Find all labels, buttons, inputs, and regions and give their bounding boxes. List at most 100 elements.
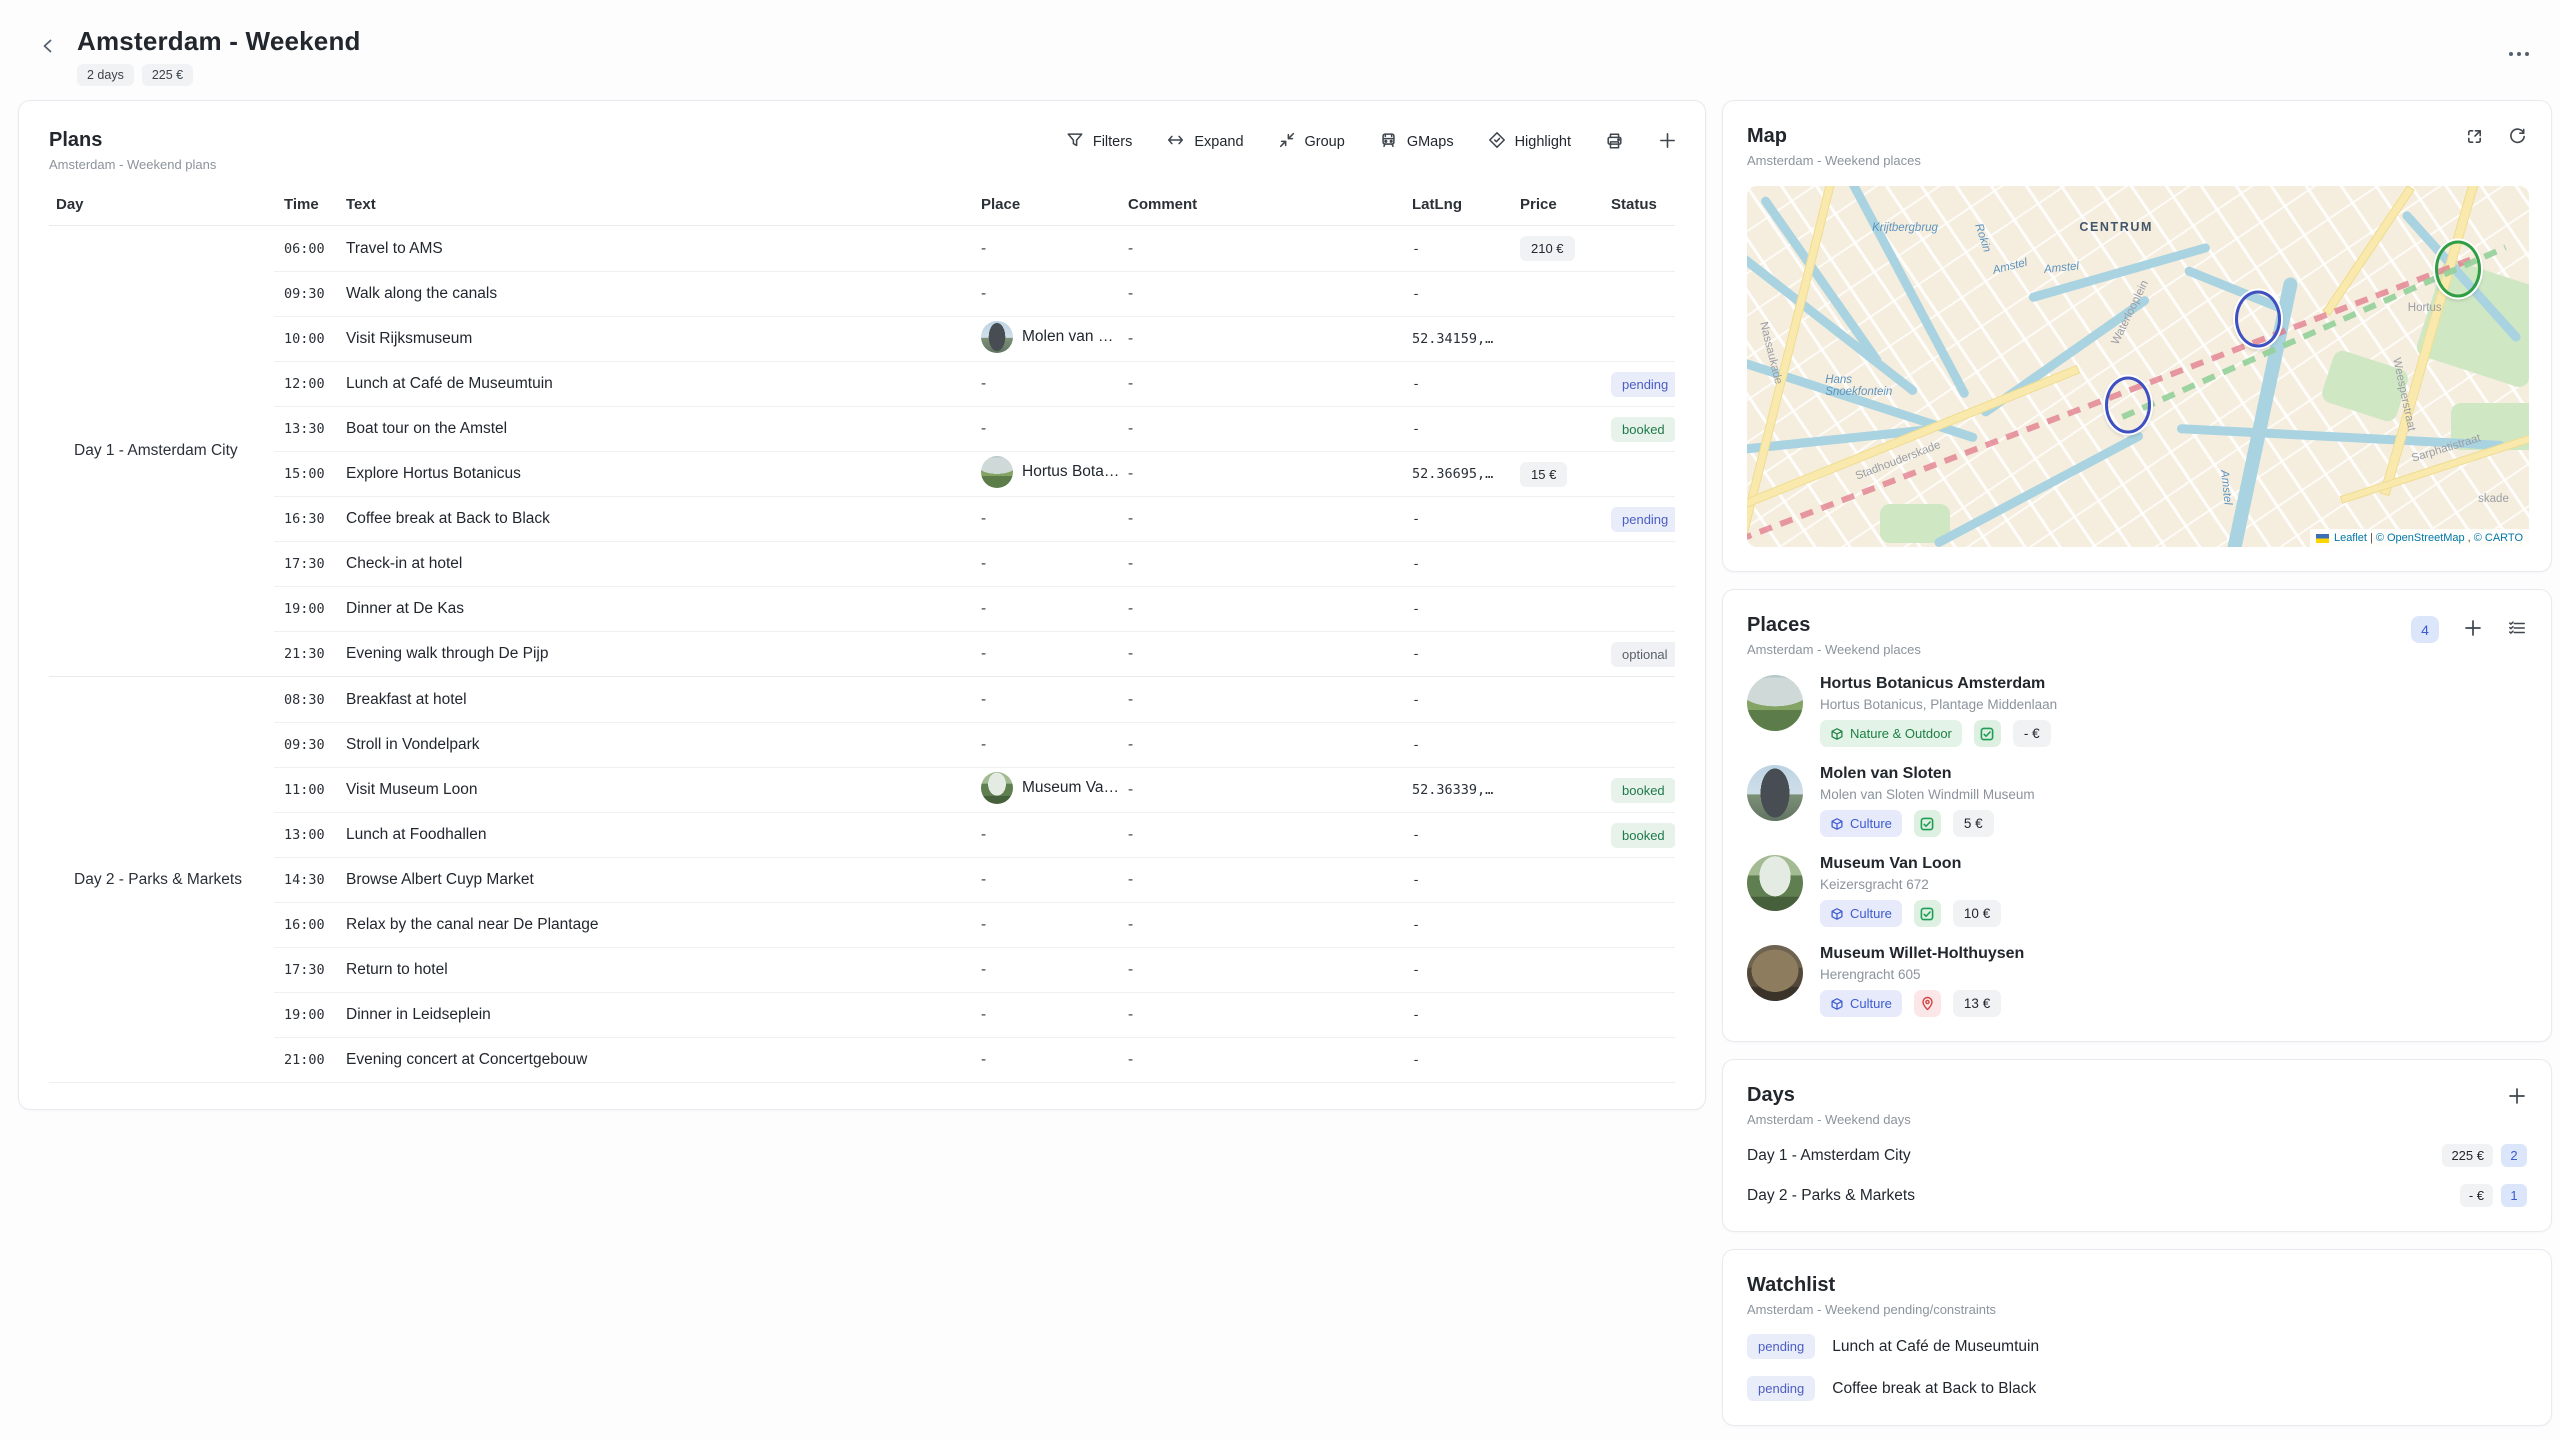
row-latlng: -	[1412, 556, 1520, 572]
arrows-horizontal-icon	[1166, 131, 1185, 153]
map-subtitle: Amsterdam - Weekend places	[1747, 153, 2527, 168]
map-label: Hortus	[2408, 302, 2442, 314]
place-address: Keizersgracht 672	[1820, 877, 2001, 892]
highlight-button[interactable]: Highlight	[1488, 131, 1571, 153]
row-comment: -	[1128, 330, 1412, 348]
table-row[interactable]: 21:30 Evening walk through De Pijp - - -	[274, 631, 1675, 676]
map-refresh-button[interactable]	[2508, 127, 2527, 149]
table-row[interactable]: 09:30 Stroll in Vondelpark - - -	[274, 722, 1675, 767]
row-place-chip[interactable]: Museum Va…	[981, 772, 1119, 804]
row-comment: -	[1128, 871, 1412, 889]
group-button[interactable]: Group	[1278, 131, 1345, 153]
place-list-item[interactable]: Museum Van Loon Keizersgracht 672 Cultur…	[1747, 855, 2527, 927]
table-row[interactable]: 19:00 Dinner at De Kas - - -	[274, 586, 1675, 631]
gmaps-label: GMaps	[1407, 134, 1454, 150]
table-row[interactable]: 13:00 Lunch at Foodhallen - - -	[274, 812, 1675, 857]
row-place-empty: -	[981, 645, 986, 662]
column-header-comment: Comment	[1128, 196, 1412, 213]
place-list-item[interactable]: Hortus Botanicus Amsterdam Hortus Botani…	[1747, 675, 2527, 747]
table-row[interactable]: 10:00 Visit Rijksmuseum Molen van …	[274, 316, 1675, 361]
map-marker[interactable]	[2235, 291, 2281, 348]
row-place-empty: -	[981, 961, 986, 978]
row-comment: -	[1128, 465, 1412, 483]
table-row[interactable]: 14:30 Browse Albert Cuyp Market - - -	[274, 857, 1675, 902]
table-row[interactable]: 06:00 Travel to AMS - - - 21	[274, 226, 1675, 271]
car-icon	[1379, 131, 1398, 153]
expand-button[interactable]: Expand	[1166, 131, 1243, 153]
filters-button[interactable]: Filters	[1066, 131, 1132, 153]
days-subtitle: Amsterdam - Weekend days	[1747, 1112, 2527, 1127]
map-fullscreen-button[interactable]	[2465, 127, 2484, 149]
map[interactable]: Krijtbergbrug Rokin Amstel Amstel CENTRU…	[1747, 186, 2529, 547]
row-place-empty: -	[981, 240, 986, 257]
places-title: Places	[1747, 614, 2527, 637]
place-list-item[interactable]: Museum Willet-Holthuysen Herengracht 605…	[1747, 945, 2527, 1017]
add-plan-button[interactable]	[1658, 131, 1677, 153]
day-list-item[interactable]: Day 1 - Amsterdam City 225 € 2	[1747, 1144, 2527, 1167]
visited-check-icon	[1914, 810, 1941, 837]
row-text: Breakfast at hotel	[346, 691, 981, 709]
page-title: Amsterdam - Weekend	[77, 26, 361, 57]
category-tag: Culture	[1820, 900, 1902, 927]
watchlist-status-badge: pending	[1747, 1376, 1815, 1401]
row-text: Visit Rijksmuseum	[346, 330, 981, 348]
row-latlng: -	[1412, 1052, 1520, 1068]
day-list-item[interactable]: Day 2 - Parks & Markets - € 1	[1747, 1184, 2527, 1207]
checklist-icon	[2507, 619, 2527, 640]
row-latlng: -	[1412, 421, 1520, 437]
row-place-empty: -	[981, 600, 986, 617]
table-row[interactable]: 17:30 Return to hotel - - -	[274, 947, 1675, 992]
row-comment: -	[1128, 240, 1412, 258]
row-latlng: -	[1412, 646, 1520, 662]
ukraine-flag-icon	[2316, 534, 2329, 543]
row-place-empty: -	[981, 510, 986, 527]
table-row[interactable]: 09:30 Walk along the canals - - -	[274, 271, 1675, 316]
row-place-empty: -	[981, 555, 986, 572]
row-text: Boat tour on the Amstel	[346, 420, 981, 438]
gmaps-button[interactable]: GMaps	[1379, 131, 1454, 153]
back-button[interactable]	[33, 32, 63, 62]
place-list-item[interactable]: Molen van Sloten Molen van Sloten Windmi…	[1747, 765, 2527, 837]
add-place-button[interactable]	[2463, 618, 2483, 641]
row-time: 13:00	[274, 827, 346, 843]
category-tag: Culture	[1820, 990, 1902, 1017]
add-day-button[interactable]	[2507, 1086, 2527, 1109]
map-marker[interactable]	[2435, 240, 2481, 297]
print-button[interactable]	[1605, 132, 1624, 153]
filters-label: Filters	[1093, 134, 1132, 150]
table-row[interactable]: 21:00 Evening concert at Concertgebouw -…	[274, 1037, 1675, 1082]
row-place-empty: -	[981, 420, 986, 437]
table-row[interactable]: 16:30 Coffee break at Back to Black - - …	[274, 496, 1675, 541]
watchlist-item[interactable]: pending Coffee break at Back to Black	[1747, 1376, 2527, 1401]
cube-icon	[1830, 907, 1844, 921]
table-row[interactable]: 19:00 Dinner in Leidseplein - - -	[274, 992, 1675, 1037]
places-card: Places Amsterdam - Weekend places 4 Hort…	[1722, 589, 2552, 1042]
row-latlng: 52.36339,…	[1412, 782, 1520, 798]
table-row[interactable]: 15:00 Explore Hortus Botanicus Hortus Bo…	[274, 451, 1675, 496]
map-marker[interactable]	[2105, 376, 2151, 433]
days-card: Days Amsterdam - Weekend days Day 1 - Am…	[1722, 1059, 2552, 1232]
page-menu-button[interactable]	[2508, 46, 2530, 61]
carto-link[interactable]: © CARTO	[2474, 532, 2523, 544]
table-row[interactable]: 11:00 Visit Museum Loon Museum Va…	[274, 767, 1675, 812]
row-time: 09:30	[274, 737, 346, 753]
table-row[interactable]: 17:30 Check-in at hotel - - -	[274, 541, 1675, 586]
row-text: Lunch at Café de Museumtuin	[346, 375, 981, 393]
table-row[interactable]: 08:30 Breakfast at hotel - - -	[274, 677, 1675, 722]
table-row[interactable]: 13:30 Boat tour on the Amstel - - -	[274, 406, 1675, 451]
row-text: Stroll in Vondelpark	[346, 736, 981, 754]
row-latlng: -	[1412, 1007, 1520, 1023]
places-list-view-button[interactable]	[2507, 619, 2527, 640]
row-text: Visit Museum Loon	[346, 781, 981, 799]
row-place-chip[interactable]: Hortus Bota…	[981, 456, 1119, 488]
table-row[interactable]: 16:00 Relax by the canal near De Plantag…	[274, 902, 1675, 947]
expand-label: Expand	[1194, 134, 1243, 150]
row-text: Explore Hortus Botanicus	[346, 465, 981, 483]
watchlist-item[interactable]: pending Lunch at Café de Museumtuin	[1747, 1334, 2527, 1359]
leaflet-link[interactable]: Leaflet	[2334, 532, 2367, 544]
plans-card: Plans Amsterdam - Weekend plans Filters …	[18, 100, 1706, 1110]
table-row[interactable]: 12:00 Lunch at Café de Museumtuin - - -	[274, 361, 1675, 406]
row-place-chip[interactable]: Molen van …	[981, 321, 1113, 353]
refresh-icon	[2508, 127, 2527, 149]
osm-link[interactable]: © OpenStreetMap	[2376, 532, 2465, 544]
